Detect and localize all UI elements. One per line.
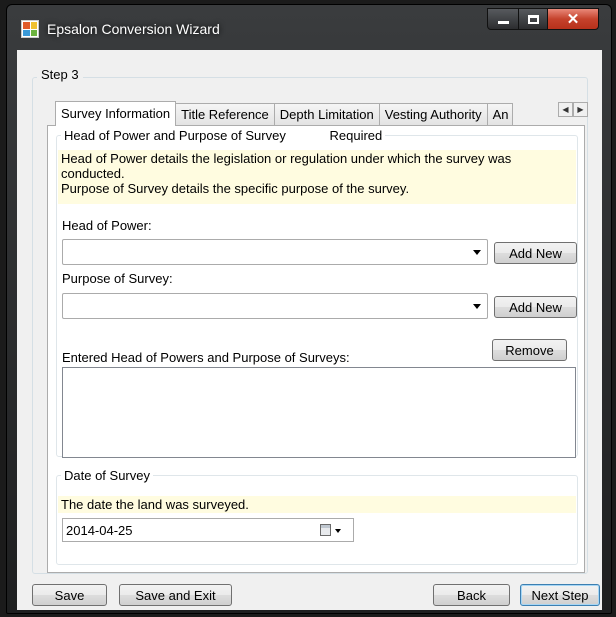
chevron-down-icon bbox=[473, 304, 481, 309]
minimize-icon bbox=[497, 20, 509, 24]
required-label: Required bbox=[329, 128, 383, 143]
save-and-exit-button[interactable]: Save and Exit bbox=[119, 584, 232, 606]
survey-information-page: Head of Power and Purpose of Survey Requ… bbox=[47, 125, 585, 573]
close-button[interactable]: ✕ bbox=[547, 8, 599, 30]
calendar-icon[interactable] bbox=[320, 524, 331, 536]
client-area: Step 3 Survey Information Title Referenc… bbox=[17, 50, 602, 610]
title-bar[interactable]: Epsalon Conversion Wizard ✕ bbox=[7, 5, 611, 47]
entered-items-label: Entered Head of Powers and Purpose of Su… bbox=[62, 350, 350, 365]
tab-scroll-left-icon[interactable]: ◀ bbox=[558, 102, 573, 117]
close-icon: ✕ bbox=[566, 11, 580, 28]
maximize-button[interactable] bbox=[518, 8, 548, 30]
head-of-power-label: Head of Power: bbox=[62, 218, 152, 233]
remove-button[interactable]: Remove bbox=[492, 339, 567, 361]
tab-scroll-right-icon[interactable]: ▶ bbox=[573, 102, 588, 117]
purpose-of-survey-dropdown[interactable] bbox=[62, 293, 488, 319]
date-of-survey-value: 2014-04-25 bbox=[66, 523, 133, 538]
maximize-icon bbox=[527, 14, 539, 24]
tab-vesting-authority[interactable]: Vesting Authority bbox=[378, 103, 488, 125]
add-new-purpose-button[interactable]: Add New bbox=[494, 296, 577, 318]
back-button[interactable]: Back bbox=[433, 584, 510, 606]
tab-depth-limitation[interactable]: Depth Limitation bbox=[273, 103, 380, 125]
info-line-1: Head of Power details the legislation or… bbox=[61, 151, 512, 166]
head-of-power-dropdown[interactable] bbox=[62, 239, 488, 265]
tab-truncated[interactable]: An bbox=[486, 103, 513, 125]
date-of-survey-picker[interactable]: 2014-04-25 bbox=[62, 518, 354, 542]
tab-strip: Survey Information Title Reference Depth… bbox=[55, 101, 513, 126]
next-step-button[interactable]: Next Step bbox=[520, 584, 600, 606]
wizard-window: Epsalon Conversion Wizard ✕ Step 3 Surve… bbox=[6, 4, 612, 614]
chevron-down-icon bbox=[473, 250, 481, 255]
step-label: Step 3 bbox=[37, 67, 83, 82]
minimize-button[interactable] bbox=[487, 8, 519, 30]
add-new-head-of-power-button[interactable]: Add New bbox=[494, 242, 577, 264]
tab-survey-information[interactable]: Survey Information bbox=[55, 101, 177, 126]
info-line-3: Purpose of Survey details the specific p… bbox=[61, 181, 410, 196]
head-power-legend-text: Head of Power and Purpose of Survey bbox=[64, 128, 286, 143]
tab-title-reference[interactable]: Title Reference bbox=[175, 103, 275, 125]
app-icon bbox=[21, 20, 39, 38]
purpose-of-survey-label: Purpose of Survey: bbox=[62, 271, 173, 286]
date-info: The date the land was surveyed. bbox=[58, 496, 576, 513]
save-button[interactable]: Save bbox=[32, 584, 107, 606]
chevron-down-icon bbox=[335, 529, 341, 533]
info-line-2: conducted. bbox=[61, 166, 125, 181]
head-power-info: Head of Power details the legislation or… bbox=[58, 150, 576, 204]
entered-items-listbox[interactable] bbox=[62, 367, 576, 458]
head-power-legend: Head of Power and Purpose of Survey Requ… bbox=[61, 128, 386, 143]
window-title: Epsalon Conversion Wizard bbox=[47, 21, 220, 37]
date-legend: Date of Survey bbox=[61, 468, 153, 483]
